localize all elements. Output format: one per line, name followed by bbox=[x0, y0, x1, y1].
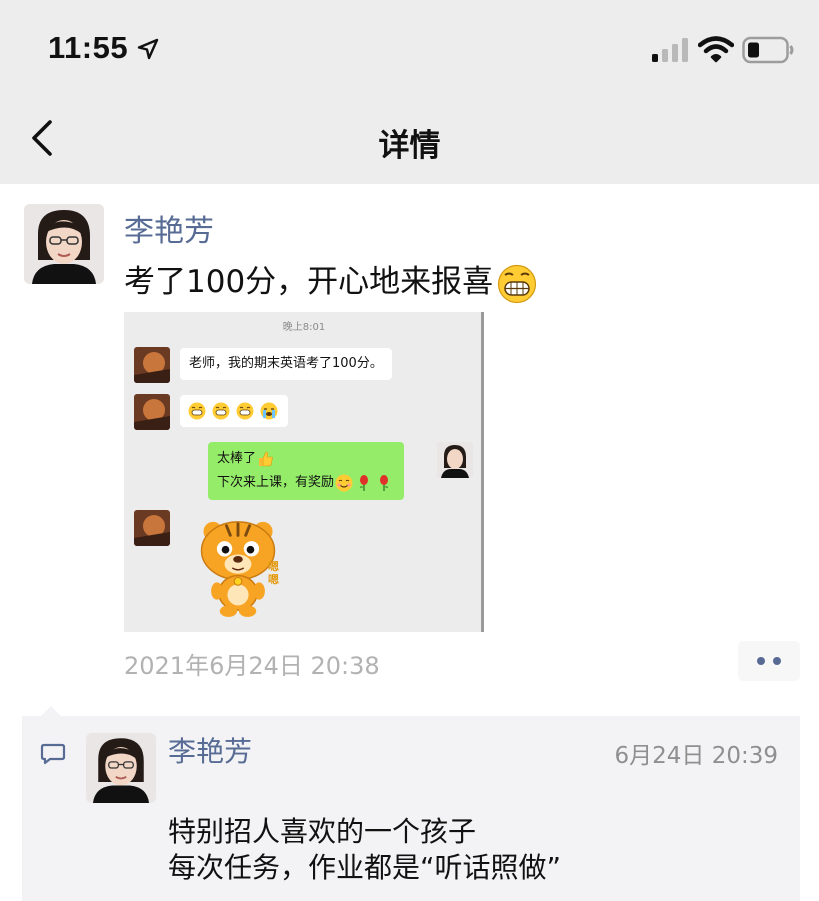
post-author-avatar[interactable] bbox=[24, 204, 104, 284]
sticker-text: 嗯嗯 bbox=[268, 560, 279, 586]
commenter-avatar[interactable] bbox=[86, 733, 156, 803]
comment-text-line1: 特别招人喜欢的一个孩子 bbox=[168, 815, 477, 848]
location-arrow-icon bbox=[137, 38, 159, 60]
two-dots-icon-right bbox=[773, 657, 781, 665]
post-image-chat-screenshot[interactable]: 晚上8:01 老师，我的期末英语考了100分。 太棒了 下次来上课，有奖励 嗯嗯 bbox=[124, 312, 484, 632]
rose-emoji bbox=[380, 474, 389, 491]
child-avatar bbox=[134, 394, 170, 430]
comment-time: 6月24日 20:39 bbox=[614, 743, 779, 769]
post-text: 考了100分，开心地来报喜 bbox=[124, 256, 537, 304]
post-text-content: 考了100分，开心地来报喜 bbox=[124, 264, 494, 300]
child-avatar bbox=[134, 347, 170, 383]
sob-emoji bbox=[260, 402, 278, 419]
grinning-face-emoji bbox=[498, 264, 537, 303]
comment-icon bbox=[40, 743, 66, 765]
thumbs-up-emoji bbox=[259, 451, 273, 466]
chat-bubble-2 bbox=[180, 395, 289, 427]
more-actions-button[interactable] bbox=[738, 641, 800, 681]
status-bar: 11:55 bbox=[0, 0, 819, 92]
chat-bubble-3-line2: 下次来上课，有奖励 bbox=[217, 471, 395, 495]
chat-bubble-3-line1: 太棒了 bbox=[217, 447, 395, 471]
grin-emoji bbox=[188, 402, 206, 419]
smile-emoji bbox=[335, 474, 353, 491]
post-date: 2021年6月24日 20:38 bbox=[124, 652, 380, 680]
status-time: 11:55 bbox=[48, 30, 129, 65]
child-avatar bbox=[134, 510, 170, 546]
cellular-signal-icon bbox=[652, 38, 688, 62]
commenter-name[interactable]: 李艳芳 bbox=[168, 730, 252, 770]
chat-timestamp: 晚上8:01 bbox=[282, 322, 326, 333]
two-dots-icon-left bbox=[757, 657, 765, 665]
chat-bubble-3: 太棒了 下次来上课，有奖励 bbox=[208, 442, 405, 500]
page-title: 详情 bbox=[378, 128, 441, 164]
grin-emoji bbox=[212, 402, 230, 419]
wifi-icon bbox=[698, 36, 734, 63]
battery-icon bbox=[742, 36, 794, 64]
rose-emoji bbox=[360, 474, 369, 491]
comment-area: 李艳芳 6月24日 20:39 特别招人喜欢的一个孩子 每次任务，作业都是“听话… bbox=[22, 716, 800, 901]
navigation-bar: 详情 bbox=[0, 92, 819, 184]
grin-emoji bbox=[236, 402, 254, 419]
comment-text-line2: 每次任务，作业都是“听话照做” bbox=[168, 851, 562, 884]
teacher-avatar bbox=[437, 442, 473, 478]
post-author-name[interactable]: 李艳芳 bbox=[124, 206, 214, 250]
chat-bubble-1: 老师，我的期末英语考了100分。 bbox=[180, 348, 392, 380]
